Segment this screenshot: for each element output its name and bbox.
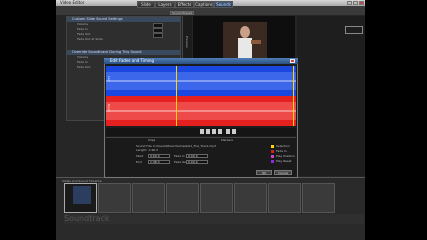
timeline-clip[interactable] <box>166 183 199 213</box>
waveform-left-shape <box>106 72 296 90</box>
legend-swatch-play-position <box>271 155 274 158</box>
selection-end-marker[interactable] <box>293 66 294 126</box>
tab-layers[interactable]: Layers <box>155 1 175 8</box>
legend-label: Selection <box>276 144 290 148</box>
end-label: End <box>136 160 142 164</box>
maximize-button[interactable] <box>353 1 358 5</box>
cancel-button[interactable]: Cancel <box>274 170 292 175</box>
close-button[interactable] <box>359 1 364 5</box>
soundtrack-lane[interactable]: Soundtrack <box>64 214 364 224</box>
legend-label: Play Reset <box>276 159 292 163</box>
right-sidebar <box>297 16 365 176</box>
dialog-properties: Clips Markers Sound File: C:\Users\Music… <box>106 137 296 176</box>
waveform-left-channel[interactable]: Left <box>106 66 296 96</box>
dialog-title: Edit Fades and Timing <box>110 58 155 63</box>
sidebar-control[interactable] <box>345 26 363 34</box>
start-label: Start <box>136 154 144 158</box>
play-icon[interactable] <box>200 129 204 134</box>
timeline-clip[interactable] <box>200 183 233 213</box>
timeline-clip[interactable] <box>98 183 131 213</box>
waveform-right-shape <box>106 102 296 120</box>
timeline-clip[interactable] <box>302 183 335 213</box>
waveform-right-channel[interactable]: Right <box>106 96 296 126</box>
clip-thumbnail <box>73 186 91 204</box>
timeline-clip[interactable] <box>234 183 267 213</box>
zoom-icon[interactable] <box>226 129 230 134</box>
markers-section-label: Markers <box>221 138 233 142</box>
end-field[interactable]: 1:48.3 <box>148 160 170 164</box>
pause-icon[interactable] <box>206 129 210 134</box>
video-preview <box>193 16 295 64</box>
tab-effects[interactable]: Effects <box>175 1 194 8</box>
tab-captions[interactable]: Captions <box>194 1 214 8</box>
tab-slide[interactable]: Slide <box>137 1 155 8</box>
clips-section-label: Clips <box>148 138 156 142</box>
timeline-clip[interactable] <box>268 183 301 213</box>
fade-in-label: Fade In <box>174 154 185 158</box>
soundtrack-label: Soundtrack <box>64 214 110 223</box>
tab-sounds[interactable]: Sounds <box>214 1 233 8</box>
legend-swatch-selection <box>271 145 274 148</box>
rewind-icon[interactable] <box>218 129 222 134</box>
sound-preset-button[interactable]: Sound Preset <box>170 11 194 15</box>
fade-in-field[interactable]: 0:00.0 <box>186 154 208 158</box>
sound-file-path: C:\Users\Music\Sample\01_Fire_Track.mp3 <box>153 144 217 148</box>
preview-frame <box>223 22 267 62</box>
dialog-titlebar: Edit Fades and Timing <box>104 58 298 64</box>
right-margin <box>365 0 427 240</box>
fade-out-field[interactable]: 0:00.0 <box>186 160 208 164</box>
transport-bar <box>106 128 296 136</box>
minimize-button[interactable] <box>347 1 352 5</box>
selection-start-marker[interactable] <box>176 66 177 126</box>
legend-label: Fade In <box>276 149 287 153</box>
ok-button[interactable]: OK <box>256 170 272 175</box>
left-margin <box>0 0 56 240</box>
zoom-out-icon[interactable] <box>232 129 236 134</box>
dialog-close-button[interactable] <box>290 59 295 63</box>
timeline-clip-active[interactable] <box>64 183 97 213</box>
start-field[interactable]: 0:00.0 <box>148 154 170 158</box>
legend-swatch-fade-in <box>271 150 274 153</box>
legend-swatch-play-reset <box>271 160 274 163</box>
stop-icon[interactable] <box>212 129 216 134</box>
sound-file-length: Length: 1:48.3 <box>136 148 158 152</box>
setting-row: Fade Out at Slide <box>77 37 103 41</box>
timeline-clip[interactable] <box>132 183 165 213</box>
legend-label: Play Position <box>276 154 295 158</box>
